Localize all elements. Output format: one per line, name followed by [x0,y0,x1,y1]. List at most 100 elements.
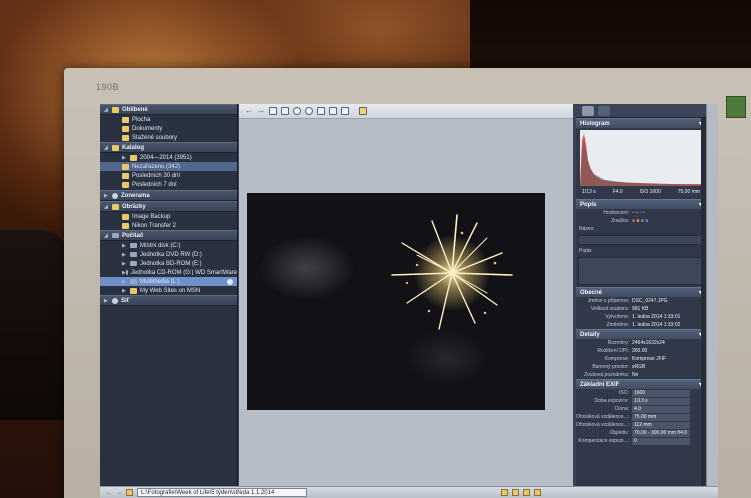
info-row: Ohnisková vzdálenos...: 75.00 mm [576,413,706,421]
info-value: Komprese JFIF [632,356,667,362]
info-value[interactable]: 0 [632,437,690,445]
folder-icon [130,154,137,161]
rating-stars[interactable]: ▫▫▫▫▫ [632,210,646,216]
forward-arrow-icon[interactable]: → [116,490,122,496]
info-value[interactable]: 1/13 s [632,397,690,405]
nav-item[interactable]: Dokumenty [100,124,237,133]
monitor-screen: ◢ Oblíbené Plocha Dokumenty Stažené soub… [100,104,718,498]
obecne-header[interactable]: Obecné ▾ [576,287,706,297]
zoom-in-icon[interactable] [293,107,301,115]
navigator-pane: ◢ Oblíbené Plocha Dokumenty Stažené soub… [100,104,238,498]
detaily-rows: Rozměry: 2464x1632x24 Rozlišení DPI: 300.00… [576,339,706,379]
info-key: Barevný prostor: [592,364,629,370]
nav-section-pictures[interactable]: ◢ Obrázky [100,201,237,212]
folder-icon[interactable] [126,489,133,496]
filter-icon[interactable] [512,489,519,496]
info-value[interactable]: 4.0 [632,405,690,413]
nav-section-favorites[interactable]: ◢ Oblíbené [100,104,237,115]
rating-row[interactable]: Hodnocení: ▫▫▫▫▫ [576,209,706,217]
histogram [580,130,702,186]
fireworks-illustration [391,214,513,330]
expand-icon: ▶ [122,278,126,285]
nav-item[interactable]: ▶ Jednotka DVD RW (D:) [100,250,237,259]
tab-info[interactable] [582,105,594,116]
fullscreen-icon[interactable] [341,107,349,115]
info-value[interactable]: 70.00 - 300.00 mm f/4.0 [632,429,690,437]
pictures-icon [112,203,119,210]
nav-item[interactable]: Posledních 30 dní [100,171,237,180]
rotate-icon[interactable] [281,107,289,115]
nav-item[interactable]: ▶ 2004—2014 (3951) [100,153,237,162]
info-pane: Histogram ▾ 1/13 s F4.0 ISO 1600 75.00 m… [576,104,706,498]
view-icon[interactable] [534,489,541,496]
info-row: Velikost souboru: 991 KB [576,305,706,313]
name-input[interactable] [578,235,704,245]
histogram-graph [580,134,702,186]
info-value[interactable]: 1600 [632,389,690,397]
info-row: Clona: 4.0 [576,405,706,413]
info-key: Objektiv: [609,430,629,436]
eject-icon[interactable] [227,278,233,285]
forward-arrow-icon[interactable]: → [257,107,265,115]
info-row: Rozlišení DPI: 300.00 [576,347,706,355]
info-row: Doba expozice: 1/13 s [576,397,706,405]
catalog-icon [112,144,119,151]
downloads-icon [122,134,129,141]
refresh-icon[interactable] [501,489,508,496]
info-tabs [576,104,706,118]
fit-window-icon[interactable] [329,107,337,115]
zoom-out-icon[interactable] [305,107,313,115]
nav-item[interactable]: Plocha [100,115,237,124]
nav-item-multimedia[interactable]: ▶ Multimedia (L:) [100,277,237,286]
expand-icon: ▶ [122,287,126,294]
nav-item[interactable]: Posledních 7 dní [100,180,237,189]
info-value: 1. ledna 2014 1:33:01 [632,314,681,320]
nav-item[interactable]: Nikon Transfer 2 [100,221,237,230]
info-value[interactable]: 112 mm [632,421,690,429]
info-value[interactable]: 75.00 mm [632,413,690,421]
color-marks[interactable]: ■ ■ ■ ■ [632,218,648,224]
nav-section-catalog[interactable]: ◢ Katalog [100,142,237,153]
back-arrow-icon[interactable]: ← [106,490,112,496]
tab-settings[interactable] [598,105,610,116]
sort-icon[interactable] [523,489,530,496]
nav-section-network[interactable]: ▶ Síť [100,295,237,306]
marks-row[interactable]: Značka: ■ ■ ■ ■ [576,217,706,225]
popis-header[interactable]: Popis ▾ [576,199,706,209]
detaily-header[interactable]: Detaily ▾ [576,329,706,339]
nav-item[interactable]: Stažené soubory [100,133,237,142]
nav-item[interactable]: ▶ Jednotka CD-ROM (G:) WD SmartWare [100,268,237,277]
info-value: sRGB [632,364,646,370]
bd-drive-icon [130,261,137,266]
expand-icon: ▶ [122,154,126,161]
actual-size-icon[interactable] [317,107,325,115]
nav-section-zonerama[interactable]: ▶ Zonerama [100,190,237,201]
nav-section-computer[interactable]: ◢ Počítač [100,230,237,241]
folder-view-icon[interactable] [359,107,367,115]
info-key: Ohnisková vzdálenos...: [576,414,630,420]
dvd-drive-icon [130,252,137,257]
info-value: 2464x1632x24 [632,340,665,346]
collapse-strip[interactable] [706,104,718,498]
info-key: Clona: [614,406,629,412]
obecne-rows: Jméno s příponou: DSC_0247.JPG Velikost so… [576,297,706,329]
fit-icon[interactable] [269,107,277,115]
histogram-header[interactable]: Histogram ▾ [576,118,706,128]
info-row: Změněno: 1. ledna 2014 1:33:02 [576,321,706,329]
nav-item-selected[interactable]: Nezařazeno (342) [100,162,237,171]
description-input[interactable] [578,257,704,285]
nav-item[interactable]: Image Backup [100,212,237,221]
folder-icon [130,287,137,294]
expand-icon: ▶ [122,242,126,249]
computer-icon [112,233,119,238]
info-value: Ne [632,372,639,378]
nav-item[interactable]: ▶ Jednotka BD-ROM (E:) [100,259,237,268]
back-arrow-icon[interactable]: ← [245,107,253,115]
path-field[interactable]: L:\Fotografie\Week of Life\5 týden\střed… [137,488,307,497]
drive-icon [130,279,137,284]
exif-header[interactable]: Základní EXIF ▾ [576,379,706,389]
photo-fireworks [247,193,545,410]
nav-item[interactable]: ▶ Místní disk (C:) [100,241,237,250]
nav-item[interactable]: ▶ My Web Sites on MSN [100,286,237,295]
info-value: 991 KB [632,306,649,312]
